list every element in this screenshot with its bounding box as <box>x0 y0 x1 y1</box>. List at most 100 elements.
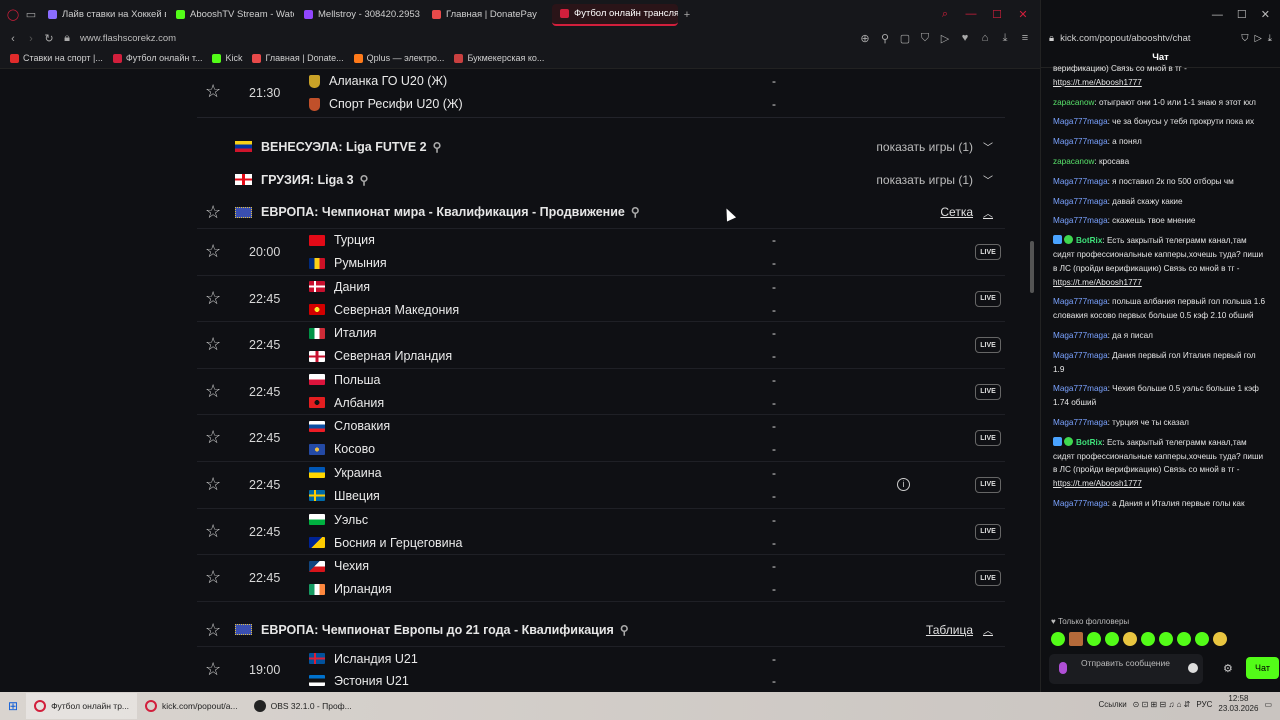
tray-icons[interactable]: ⊙ ⊡ ⊞ ⊟ ♫ ⌂ ⇵ <box>1133 700 1191 709</box>
match-row[interactable]: ☆ 22:45 Словакия Косово - - LIVE <box>197 415 1005 462</box>
send-chat-button[interactable]: Чат <box>1246 657 1279 679</box>
browser-tab[interactable]: Mellstroy - 308420.2953 <box>296 4 422 26</box>
match-row[interactable]: ☆ 22:45 Польша Албания - - LIVE <box>197 369 1005 416</box>
chat-input[interactable]: Отправить сообщение <box>1049 654 1203 684</box>
bookmark-item[interactable]: Ставки на спорт |... <box>10 53 103 63</box>
chat-link[interactable]: https://t.me/Aboosh1777 <box>1053 78 1142 87</box>
chat-link[interactable]: https://t.me/Aboosh1777 <box>1053 479 1142 488</box>
emote-icon[interactable] <box>1051 632 1065 646</box>
info-icon[interactable]: i <box>897 477 910 491</box>
play-icon[interactable]: ▷ <box>936 32 954 45</box>
microphone-icon[interactable] <box>1059 662 1067 674</box>
pin-icon[interactable]: ⚲ <box>876 32 894 45</box>
chat-link[interactable]: https://t.me/Aboosh1777 <box>1053 278 1142 287</box>
emote-icon[interactable] <box>1087 632 1101 646</box>
chat-username[interactable]: Maga777maga <box>1053 384 1108 393</box>
chat-username[interactable]: Maga777maga <box>1053 297 1108 306</box>
language-indicator[interactable]: РУС <box>1196 700 1212 709</box>
emote-icon[interactable] <box>1177 632 1191 646</box>
chat-url[interactable]: kick.com/popout/abooshtv/chat <box>1060 33 1190 44</box>
league-header-europe-wc[interactable]: ☆ ЕВРОПА: Чемпионат мира - Квалификация … <box>197 196 1005 229</box>
links-label[interactable]: Ссылки <box>1099 700 1127 709</box>
pin-icon[interactable]: ⚲ <box>631 205 640 219</box>
page-scrollbar[interactable] <box>1028 69 1036 692</box>
match-row[interactable]: ☆ 20:00 Турция Румыния - - LIVE <box>197 229 1005 276</box>
emote-icon[interactable] <box>1195 632 1209 646</box>
chat-username[interactable]: Maga777maga <box>1053 137 1108 146</box>
favorite-star-icon[interactable]: ☆ <box>205 288 221 309</box>
close-icon[interactable]: ✕ <box>1014 8 1032 21</box>
emote-icon[interactable] <box>1141 632 1155 646</box>
chat-username[interactable]: BotRix <box>1076 438 1102 447</box>
match-row[interactable]: ☆ 22:45 Дания Северная Македония - - LIVE <box>197 276 1005 323</box>
chat-username[interactable]: Maga777maga <box>1053 197 1108 206</box>
favorite-star-icon[interactable]: ☆ <box>205 474 221 495</box>
search-icon[interactable]: ⌕ <box>936 8 954 21</box>
back-icon[interactable]: ‹ <box>4 33 22 45</box>
live-button[interactable]: LIVE <box>975 523 1001 540</box>
chat-username[interactable]: Maga777maga <box>1053 216 1108 225</box>
heart-icon[interactable]: ♥ <box>956 32 974 45</box>
taskbar-app-chat[interactable]: kick.com/popout/a... <box>137 693 246 719</box>
emote-icon[interactable] <box>1105 632 1119 646</box>
match-row[interactable]: ☆ 22:45 Украина Швеция - - i LIVE <box>197 462 1005 509</box>
settings-gear-icon[interactable]: ⚙ <box>1223 662 1233 675</box>
emoji-icon[interactable] <box>1188 663 1198 673</box>
scrollbar-thumb[interactable] <box>1030 241 1034 293</box>
favorite-star-icon[interactable]: ☆ <box>205 620 221 641</box>
browser-tab[interactable]: AbooshTV Stream - Watc <box>168 4 294 26</box>
favorite-star-icon[interactable]: ☆ <box>205 659 221 680</box>
new-tab-button[interactable]: + <box>678 9 696 21</box>
bookmark-item[interactable]: Футбол онлайн т... <box>112 53 202 63</box>
reload-icon[interactable]: ↻ <box>40 32 58 45</box>
tab-list-icon[interactable]: ▭ <box>22 8 40 21</box>
wallet-icon[interactable]: ⌂ <box>976 32 994 45</box>
favorite-star-icon[interactable]: ☆ <box>205 334 221 355</box>
minimize-icon[interactable]: — <box>962 8 980 21</box>
match-row[interactable]: ☆ 21:30 Алианка ГО U20 (Ж) Спорт Ресифи … <box>197 69 1005 118</box>
start-button[interactable]: ⊞ <box>0 693 26 719</box>
favorite-star-icon[interactable]: ☆ <box>205 521 221 542</box>
chat-username[interactable]: Maga777maga <box>1053 499 1108 508</box>
live-button[interactable]: LIVE <box>975 383 1001 400</box>
chat-username[interactable]: zapacanow <box>1053 98 1094 107</box>
bracket-link[interactable]: Сетка ︿ <box>940 205 993 220</box>
notifications-icon[interactable]: ▭ <box>1264 700 1272 709</box>
bookmark-item[interactable]: Главная | Donate... <box>252 53 344 63</box>
shield-icon[interactable]: ⛉ <box>916 32 934 45</box>
maximize-icon[interactable]: ☐ <box>1237 8 1247 21</box>
shield-icon[interactable]: ⛉ <box>1241 33 1248 44</box>
match-row[interactable]: ☆ 22:45 Италия Северная Ирландия - - LIVE <box>197 322 1005 369</box>
favorite-star-icon[interactable]: ☆ <box>205 427 221 448</box>
favorite-star-icon[interactable]: ☆ <box>205 381 221 402</box>
bookmark-item[interactable]: Букмекерская ко... <box>454 53 544 63</box>
emote-icon[interactable] <box>1213 632 1227 646</box>
live-button[interactable]: LIVE <box>975 290 1001 307</box>
match-row[interactable]: ☆ 22:45 Чехия Ирландия - - LIVE <box>197 555 1005 602</box>
chat-username[interactable]: Maga777maga <box>1053 117 1108 126</box>
match-row[interactable]: ☆ 19:00 Исландия U21 Эстония U21 - - <box>197 647 1005 692</box>
emote-icon[interactable] <box>1159 632 1173 646</box>
show-games-button[interactable]: показать игры (1) ﹀ <box>876 172 993 188</box>
league-header-georgia[interactable]: ГРУЗИЯ: Liga 3 ⚲ показать игры (1) ﹀ <box>197 163 1005 196</box>
play-icon[interactable]: ▷ <box>1254 33 1261 44</box>
league-header-europe-u21[interactable]: ☆ ЕВРОПА: Чемпионат Европы до 21 года - … <box>197 614 1005 647</box>
download-icon[interactable]: ⤓ <box>1268 33 1272 44</box>
browser-tab[interactable]: Лайв ставки на Хоккей в <box>40 4 166 26</box>
pin-icon[interactable]: ⚲ <box>433 140 442 154</box>
taskbar-app-obs[interactable]: OBS 32.1.0 - Проф... <box>246 693 360 719</box>
live-button[interactable]: LIVE <box>975 476 1001 493</box>
chat-username[interactable]: zapacanow <box>1053 157 1094 166</box>
browser-tab[interactable]: Футбол онлайн трансляц <box>552 3 678 26</box>
chat-username[interactable]: BotRix <box>1076 236 1102 245</box>
url-field[interactable]: www.flashscorekz.com <box>80 33 176 44</box>
bookmark-item[interactable]: Qplus — электро... <box>353 53 444 63</box>
emote-icon[interactable] <box>1123 632 1137 646</box>
snapshot-icon[interactable]: ▢ <box>896 32 914 45</box>
chat-username[interactable]: Maga777maga <box>1053 177 1108 186</box>
menu-icon[interactable]: ≡ <box>1016 32 1034 45</box>
zoom-icon[interactable]: ⊕ <box>856 32 874 45</box>
opera-logo-icon[interactable]: ◯ <box>4 8 22 21</box>
chat-username[interactable]: Maga777maga <box>1053 351 1108 360</box>
live-button[interactable]: LIVE <box>975 244 1001 260</box>
